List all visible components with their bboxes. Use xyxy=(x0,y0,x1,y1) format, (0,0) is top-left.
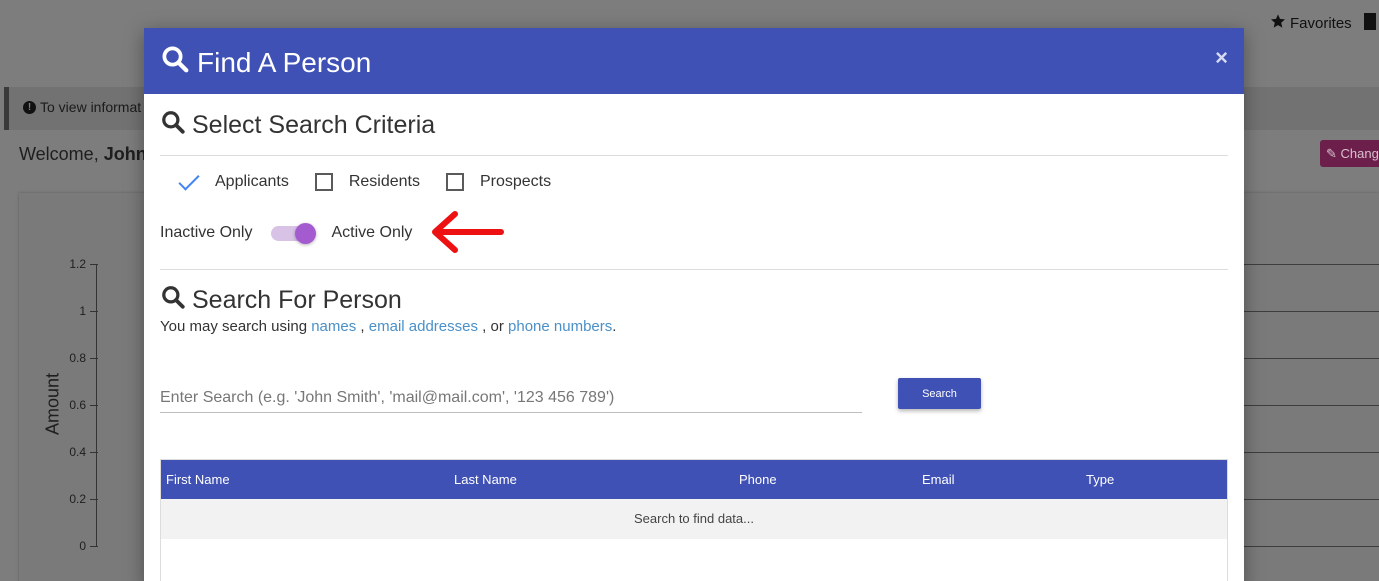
results-table: First Name Last Name Phone Email Type Se… xyxy=(160,459,1228,581)
welcome-name: John xyxy=(103,144,147,164)
chart-y-tick-label: 0.2 xyxy=(69,492,86,506)
type-checkboxes: Applicants Residents Prospects xyxy=(176,172,551,192)
edit-icon: ✎ xyxy=(1326,146,1337,161)
chart-gridline xyxy=(1243,405,1379,406)
criteria-title-text: Select Search Criteria xyxy=(192,111,436,139)
welcome-message: Welcome, John xyxy=(19,144,147,165)
chart-y-tick xyxy=(90,499,98,500)
prospects-checkbox[interactable]: Prospects xyxy=(445,173,552,191)
hint-end: . xyxy=(612,318,617,335)
chart-y-tick-label: 1 xyxy=(79,304,86,318)
chart-y-tick xyxy=(90,405,98,406)
column-header-last-name[interactable]: Last Name xyxy=(454,472,517,487)
modal-title: Find A Person xyxy=(160,44,371,81)
column-header-type[interactable]: Type xyxy=(1086,472,1114,487)
favorites-label: Favorites xyxy=(1290,14,1352,32)
alert-text: To view informat xyxy=(40,99,142,115)
checkmark-icon xyxy=(176,172,202,192)
modal-header: Find A Person × xyxy=(144,28,1244,94)
phone-numbers-link[interactable]: phone numbers xyxy=(508,318,612,335)
chart-y-tick xyxy=(90,264,98,265)
email-addresses-link[interactable]: email addresses xyxy=(369,318,478,335)
search-input[interactable] xyxy=(160,380,862,413)
modal-title-text: Find A Person xyxy=(197,46,372,78)
column-header-phone[interactable]: Phone xyxy=(739,472,777,487)
chart-y-tick-label: 0.6 xyxy=(69,398,86,412)
criteria-section-title: Select Search Criteria xyxy=(160,109,435,142)
active-toggle-row: Inactive Only Active Only xyxy=(160,223,413,244)
residents-checkbox[interactable]: Residents xyxy=(314,173,420,191)
column-header-email[interactable]: Email xyxy=(922,472,955,487)
search-icon xyxy=(160,44,190,81)
chart-y-tick-label: 1.2 xyxy=(69,257,86,271)
change-button[interactable]: ✎ Chang xyxy=(1320,140,1379,167)
info-icon: ! xyxy=(23,100,36,114)
welcome-prefix: Welcome, xyxy=(19,144,99,164)
applicants-checkbox[interactable]: Applicants xyxy=(176,172,289,192)
chart-gridline xyxy=(1243,546,1379,547)
checkbox-label: Residents xyxy=(348,173,420,190)
chart-y-tick xyxy=(90,311,98,312)
favorites-link[interactable]: Favorites xyxy=(1270,13,1352,33)
active-only-label: Active Only xyxy=(331,224,413,241)
chart-gridline xyxy=(1243,311,1379,312)
star-icon xyxy=(1270,13,1286,33)
active-toggle-switch[interactable] xyxy=(271,223,317,244)
hint-separator: , or xyxy=(482,318,504,335)
search-title-text: Search For Person xyxy=(192,286,402,314)
inactive-only-label: Inactive Only xyxy=(160,224,253,241)
table-empty-message: Search to find data... xyxy=(161,499,1227,539)
search-hint: You may search using names , email addre… xyxy=(160,318,616,335)
divider xyxy=(160,269,1228,270)
checkbox-label: Prospects xyxy=(479,173,552,190)
column-header-first-name[interactable]: First Name xyxy=(166,472,230,487)
search-icon xyxy=(160,284,186,317)
chart-y-tick xyxy=(90,452,98,453)
search-section-title: Search For Person xyxy=(160,284,402,317)
search-icon xyxy=(160,109,186,142)
red-arrow-annotation xyxy=(429,209,505,262)
chart-y-tick xyxy=(90,358,98,359)
checkbox-box xyxy=(314,173,333,191)
checkbox-label: Applicants xyxy=(215,173,289,190)
divider xyxy=(160,155,1228,156)
hint-prefix: You may search using xyxy=(160,318,308,335)
find-person-modal: Find A Person × Select Search Criteria A… xyxy=(144,28,1244,581)
chart-y-tick-label: 0.4 xyxy=(69,445,86,459)
names-link[interactable]: names xyxy=(311,318,356,335)
close-icon[interactable]: × xyxy=(1215,45,1228,71)
checkbox-box xyxy=(445,173,464,191)
chart-y-tick-label: 0.8 xyxy=(69,351,86,365)
table-header: First Name Last Name Phone Email Type xyxy=(161,460,1227,499)
chart-gridline xyxy=(1243,499,1379,500)
chart-y-tick-label: 0 xyxy=(79,539,86,553)
change-button-label: Chang xyxy=(1340,146,1379,161)
chart-gridline xyxy=(1243,452,1379,453)
chart-y-tick xyxy=(90,546,98,547)
hint-separator: , xyxy=(360,318,365,335)
chart-gridline xyxy=(1243,358,1379,359)
chart-gridline xyxy=(1243,264,1379,265)
table-body xyxy=(161,539,1227,581)
search-button[interactable]: Search xyxy=(898,378,981,409)
toggle-knob xyxy=(295,223,317,244)
building-icon[interactable] xyxy=(1364,13,1376,30)
